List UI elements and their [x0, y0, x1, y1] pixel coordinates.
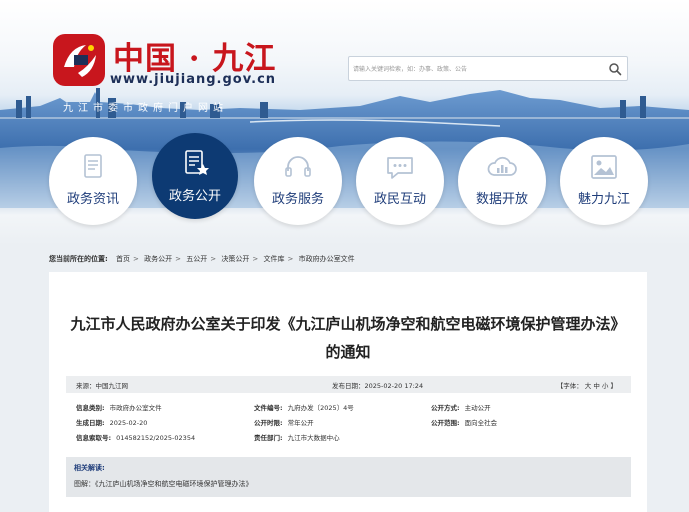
- breadcrumb-separator: >: [210, 255, 217, 263]
- cloud-data-icon: [487, 157, 517, 176]
- info-row: 信息类别: 市政府办公室文件 文件编号: 九府办发〔2025〕4号 公开方式: 主动公…: [66, 400, 631, 414]
- nav-label: 数据开放: [475, 192, 528, 207]
- nav-label: 政务服务: [271, 192, 324, 207]
- info-row: 信息索取号: 014582152/2025-02354 责任部门: 九江市大数据中心: [66, 430, 631, 444]
- nav-label: 政务公开: [168, 189, 221, 204]
- font-size-control: 【字体： 大 中 小 】: [557, 380, 617, 390]
- info-key: 信息索取号:: [76, 434, 112, 442]
- breadcrumb-separator: >: [287, 255, 294, 263]
- headset-icon: [285, 156, 311, 177]
- search-input[interactable]: [353, 62, 603, 76]
- info-value: 014582152/2025-02354: [116, 434, 196, 442]
- info-value: 常年公开: [287, 419, 314, 427]
- breadcrumb-office-files[interactable]: 市政府办公室文件: [299, 255, 355, 263]
- search-box: [348, 56, 628, 81]
- breadcrumb-five-open[interactable]: 五公开: [186, 255, 207, 263]
- site-subtitle: 九江市委市政府门户网站: [63, 103, 228, 114]
- info-row: 生成日期: 2025-02-20 公开时限: 常年公开 公开范围: 面向全社会: [66, 415, 631, 429]
- nav-item-open-affairs[interactable]: 政务公开: [152, 133, 238, 219]
- font-medium-button[interactable]: 中: [593, 382, 600, 390]
- document-icon: [84, 154, 102, 178]
- nav-item-interaction[interactable]: 政民互动: [356, 137, 444, 225]
- info-key: 生成日期:: [76, 419, 105, 427]
- nav-item-open-data[interactable]: 数据开放: [458, 137, 546, 225]
- info-value: 2025-02-20: [109, 419, 148, 427]
- info-value: 市政府办公室文件: [109, 404, 162, 412]
- nav-item-services[interactable]: 政务服务: [254, 137, 342, 225]
- article-title-line2: 的通知: [325, 343, 371, 361]
- edit-document-icon: [185, 150, 209, 175]
- info-key: 信息类别:: [76, 404, 105, 412]
- nav-label: 魅力九江: [577, 192, 630, 207]
- info-value: 九江市大数据中心: [287, 434, 340, 442]
- info-key: 公开时限:: [254, 419, 283, 427]
- chat-bubble-icon: [387, 157, 413, 179]
- breadcrumb-separator: >: [175, 255, 182, 263]
- font-size-end: 】: [610, 382, 618, 390]
- info-value: 主动公开: [464, 404, 491, 412]
- info-value: 九府办发〔2025〕4号: [287, 404, 354, 412]
- info-table: 信息类别: 市政府办公室文件 文件编号: 九府办发〔2025〕4号 公开方式: 主动公…: [66, 400, 631, 444]
- font-small-button[interactable]: 小: [602, 382, 609, 390]
- font-large-button[interactable]: 大: [585, 382, 592, 390]
- article-card: 九江市人民政府办公室关于印发《九江庐山机场净空和航空电磁环境保护管理办法》 的通…: [49, 272, 647, 512]
- search-icon[interactable]: [608, 62, 622, 76]
- nav-item-charm[interactable]: 魅力九江: [560, 137, 648, 225]
- related-title: 相关解读:: [74, 464, 105, 472]
- info-value: 面向全社会: [464, 419, 498, 427]
- info-key: 责任部门:: [254, 434, 283, 442]
- nav-label: 政民互动: [373, 192, 426, 207]
- nav-label: 政务资讯: [66, 192, 119, 207]
- breadcrumb-separator: >: [252, 255, 259, 263]
- publish-date: 发布日期：2025-02-20 17:24: [332, 382, 424, 390]
- related-link[interactable]: 图解：《九江庐山机场净空和航空电磁环境保护管理办法》: [74, 479, 253, 489]
- breadcrumb-home[interactable]: 首页: [116, 255, 130, 263]
- picture-icon: [591, 155, 617, 179]
- info-key: 公开方式:: [431, 404, 460, 412]
- nav-item-news[interactable]: 政务资讯: [49, 137, 137, 225]
- breadcrumb-prefix: 您当前所在的位置:: [49, 255, 108, 263]
- article-title-line1: 九江市人民政府办公室关于印发《九江庐山机场净空和航空电磁环境保护管理办法》: [70, 315, 626, 333]
- breadcrumb: 您当前所在的位置: 首页 > 政务公开 > 五公开 > 决策公开 > 文件库 > 市政府办…: [49, 254, 355, 264]
- info-key: 公开范围:: [431, 419, 460, 427]
- article-title: 九江市人民政府办公室关于印发《九江庐山机场净空和航空电磁环境保护管理办法》 的通…: [49, 310, 647, 366]
- breadcrumb-file-library[interactable]: 文件库: [263, 255, 284, 263]
- breadcrumb-separator: >: [133, 255, 139, 263]
- meta-bar: 来源：中国九江网 发布日期：2025-02-20 17:24 【字体： 大 中 …: [66, 376, 631, 393]
- font-size-label: 【字体：: [556, 382, 583, 390]
- breadcrumb-open-affairs[interactable]: 政务公开: [144, 255, 172, 263]
- breadcrumb-decision-open[interactable]: 决策公开: [221, 255, 249, 263]
- article-source: 来源：中国九江网: [76, 382, 128, 390]
- site-logo: [53, 34, 105, 86]
- site-domain: www.jiujiang.gov.cn: [110, 72, 277, 87]
- related-interpretation: 相关解读: 图解：《九江庐山机场净空和航空电磁环境保护管理办法》: [66, 457, 631, 497]
- info-key: 文件编号:: [254, 404, 283, 412]
